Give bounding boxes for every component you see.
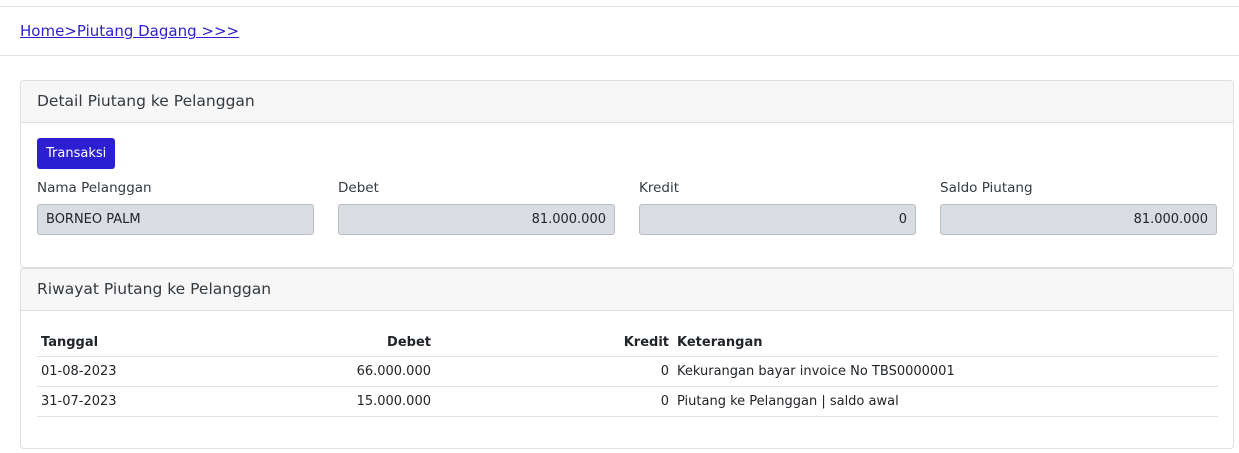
cell-keterangan: Piutang ke Pelanggan | saldo awal: [673, 386, 1218, 417]
transaksi-button[interactable]: Transaksi: [37, 138, 116, 169]
nama-pelanggan-label: Nama Pelanggan: [37, 180, 152, 196]
saldo-piutang-field[interactable]: 81.000.000: [940, 204, 1217, 235]
debet-label: Debet: [338, 180, 379, 196]
history-table: Tanggal Debet Kredit Keterangan 01-08-20…: [37, 329, 1218, 417]
column-header-keterangan: Keterangan: [673, 329, 1218, 357]
detail-card-title: Detail Piutang ke Pelanggan: [21, 81, 1233, 123]
history-card: Riwayat Piutang ke Pelanggan Tanggal Deb…: [20, 268, 1234, 449]
breadcrumb-current-link[interactable]: >Piutang Dagang >>>: [64, 22, 239, 40]
history-header-row: Tanggal Debet Kredit Keterangan: [37, 329, 1218, 357]
debet-field[interactable]: 81.000.000: [338, 204, 615, 235]
cell-keterangan: Kekurangan bayar invoice No TBS0000001: [673, 356, 1218, 387]
breadcrumb: Home>Piutang Dagang >>>: [20, 22, 239, 40]
cell-kredit: 0: [435, 356, 673, 387]
cell-debet: 66.000.000: [202, 356, 435, 387]
breadcrumb-home-link[interactable]: Home: [20, 22, 64, 40]
column-header-kredit: Kredit: [435, 329, 673, 357]
breadcrumb-bar: Home>Piutang Dagang >>>: [0, 7, 1239, 56]
table-row: 31-07-2023 15.000.000 0 Piutang ke Pelan…: [37, 386, 1218, 417]
column-header-tanggal: Tanggal: [37, 329, 202, 357]
kredit-field[interactable]: 0: [639, 204, 916, 235]
history-card-title: Riwayat Piutang ke Pelanggan: [21, 269, 1233, 311]
cell-debet: 15.000.000: [202, 386, 435, 417]
cell-tanggal: 01-08-2023: [37, 356, 202, 387]
saldo-piutang-label: Saldo Piutang: [940, 180, 1033, 196]
table-row: 01-08-2023 66.000.000 0 Kekurangan bayar…: [37, 356, 1218, 387]
cell-tanggal: 31-07-2023: [37, 386, 202, 417]
kredit-label: Kredit: [639, 180, 680, 196]
nama-pelanggan-field[interactable]: BORNEO PALM: [37, 204, 314, 235]
detail-card: Detail Piutang ke Pelanggan Transaksi Na…: [20, 80, 1234, 268]
column-header-debet: Debet: [202, 329, 435, 357]
cell-kredit: 0: [435, 386, 673, 417]
